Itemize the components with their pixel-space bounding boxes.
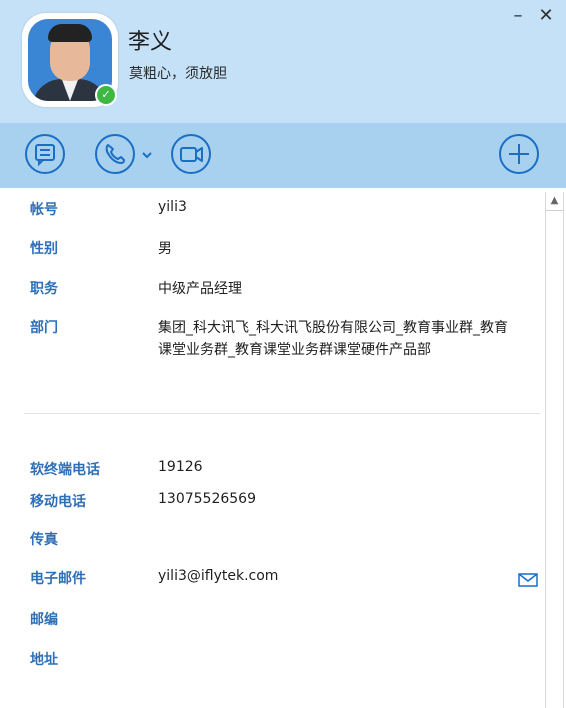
avatar-frame: ✓ (22, 13, 118, 107)
field-row-softphone: 软终端电话 19126 (0, 459, 540, 481)
field-value[interactable]: yili3@iflytek.com (158, 568, 278, 584)
section-divider (24, 413, 540, 414)
field-label: 性别 (30, 241, 58, 257)
field-label: 帐号 (30, 202, 58, 218)
field-row-gender: 性别 男 (0, 238, 540, 260)
send-email-icon[interactable] (518, 572, 538, 587)
field-value: yili3 (158, 199, 187, 215)
plus-icon (499, 134, 539, 174)
field-value[interactable]: 19126 (158, 459, 203, 475)
field-row-address: 地址 (0, 649, 540, 671)
avatar-hair (48, 24, 92, 42)
vertical-scrollbar[interactable]: ▲ (545, 192, 564, 708)
field-label: 电子邮件 (30, 571, 86, 587)
profile-header: ✓ 李义 莫粗心，须放胆 – ✕ (0, 0, 566, 123)
field-row-department: 部门 集团_科大讯飞_科大讯飞股份有限公司_教育事业群_教育课堂业务群_教育课堂… (0, 317, 540, 365)
phone-icon (95, 134, 135, 174)
field-value: 男 (158, 241, 172, 257)
minimize-button[interactable]: – (508, 6, 528, 26)
field-row-account: 帐号 yili3 (0, 199, 540, 221)
field-row-email: 电子邮件 yili3@iflytek.com (0, 568, 540, 590)
video-call-button[interactable] (170, 133, 212, 175)
close-button[interactable]: ✕ (536, 6, 556, 26)
field-label: 地址 (30, 652, 58, 668)
contact-signature: 莫粗心，须放胆 (129, 66, 227, 82)
field-value: 集团_科大讯飞_科大讯飞股份有限公司_教育事业群_教育课堂业务群_教育课堂业务群… (158, 320, 508, 358)
field-value: 中级产品经理 (158, 281, 242, 297)
field-row-fax: 传真 (0, 529, 540, 551)
online-status-icon: ✓ (95, 84, 117, 106)
chat-bubble-icon (25, 134, 65, 174)
field-value[interactable]: 13075526569 (158, 491, 256, 507)
field-label: 移动电话 (30, 494, 86, 510)
call-button[interactable] (94, 133, 136, 175)
field-label: 部门 (30, 320, 58, 336)
video-camera-icon (171, 134, 211, 174)
field-label: 传真 (30, 532, 58, 548)
field-row-mobile: 移动电话 13075526569 (0, 491, 540, 513)
field-label: 软终端电话 (30, 462, 100, 478)
field-row-postcode: 邮编 (0, 609, 540, 631)
field-label: 邮编 (30, 612, 58, 628)
field-label: 职务 (30, 281, 58, 297)
profile-details: 帐号 yili3 性别 男 职务 中级产品经理 部门 集团_科大讯飞_科大讯飞股… (0, 188, 566, 708)
message-button[interactable] (24, 133, 66, 175)
action-toolbar (0, 123, 566, 188)
call-dropdown-chevron-icon[interactable] (140, 147, 154, 161)
add-contact-button[interactable] (498, 133, 540, 175)
scroll-up-arrow-icon[interactable]: ▲ (546, 192, 563, 211)
field-row-title: 职务 中级产品经理 (0, 278, 540, 300)
contact-name: 李义 (128, 30, 173, 55)
